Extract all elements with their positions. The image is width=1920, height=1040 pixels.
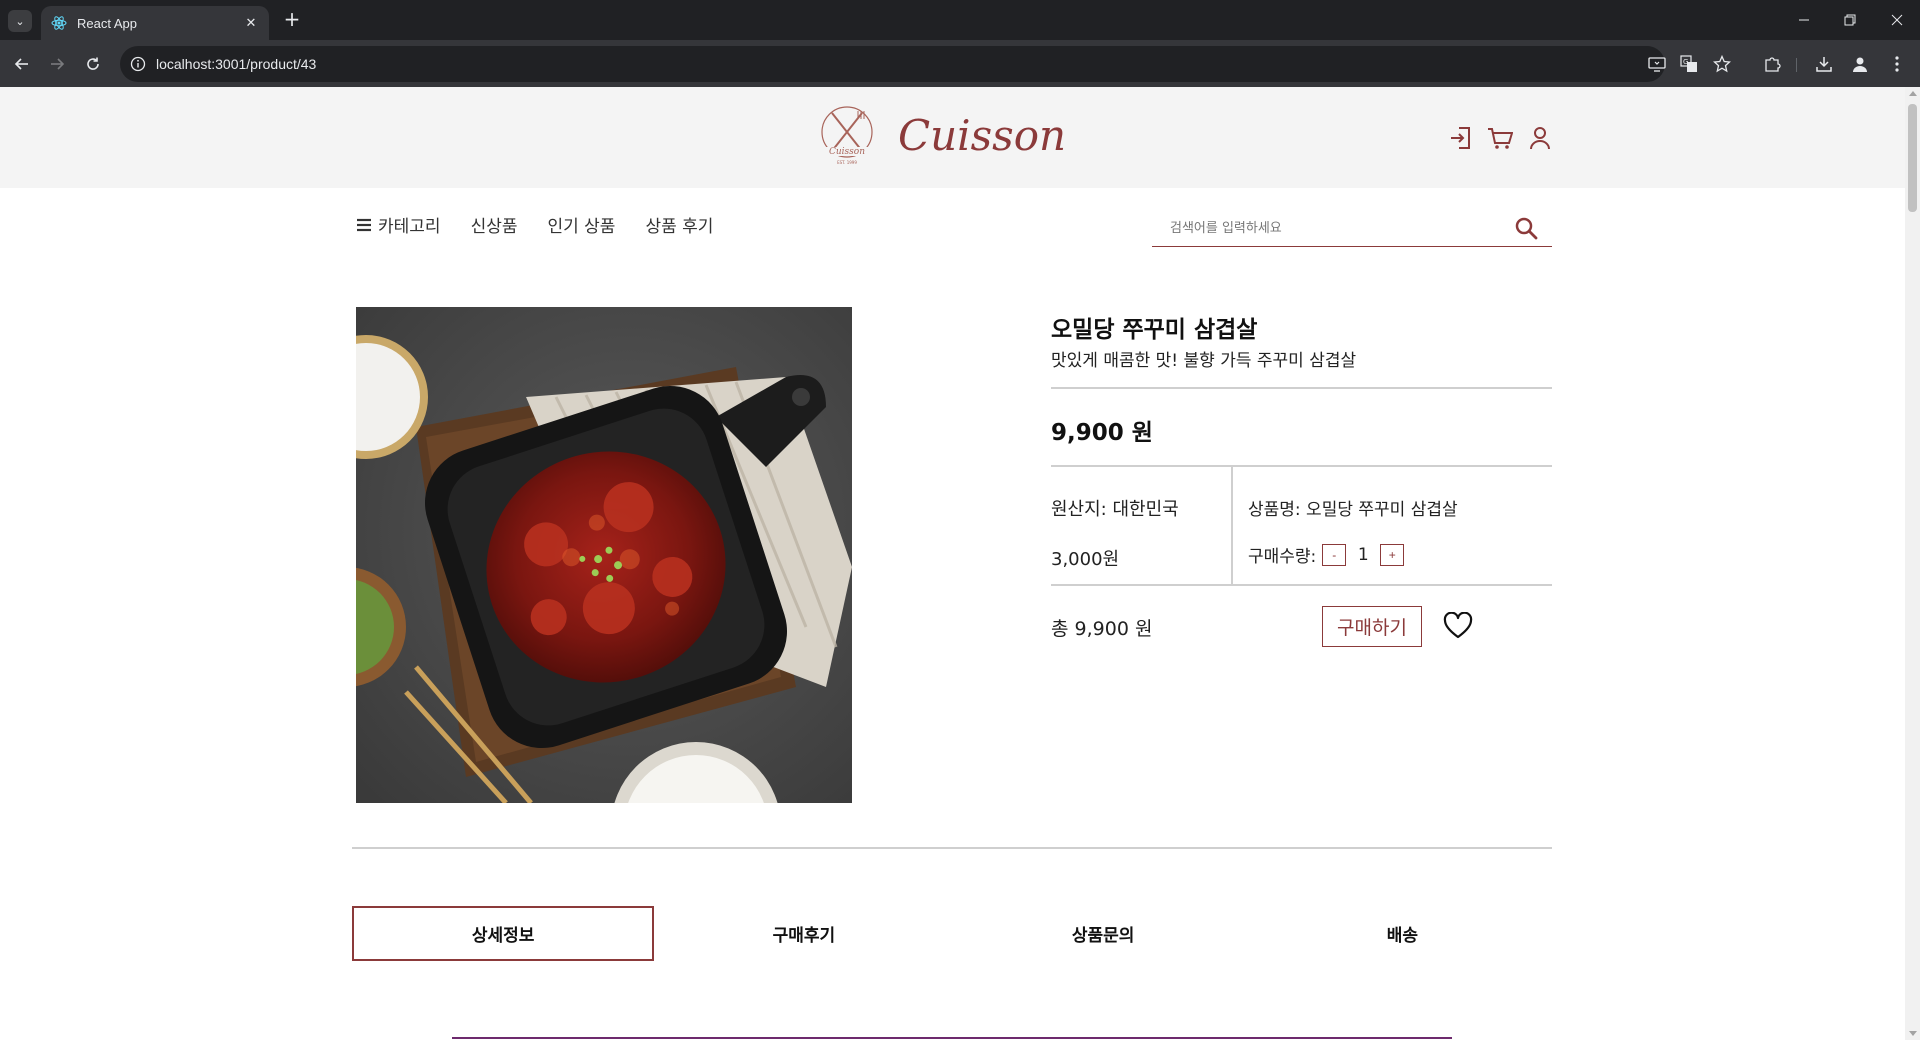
product-name-detail: 상품명: 오밀당 쭈꾸미 삼겹살 xyxy=(1248,500,1458,520)
nav-popular-products[interactable]: 인기 상품 xyxy=(547,212,615,237)
profile-icon[interactable] xyxy=(1848,52,1872,76)
site-header: Cuisson EST. 1999 Cuisson xyxy=(0,87,1920,188)
login-icon[interactable] xyxy=(1448,125,1474,151)
browser-tab[interactable]: React App ✕ xyxy=(41,6,269,40)
search-icon[interactable] xyxy=(1514,216,1538,240)
heart-icon[interactable] xyxy=(1443,612,1473,640)
product-info: 오밀당 쭈꾸미 삼겹살 맛있게 매콤한 맛! 불향 가득 주꾸미 삼겹살 9,9… xyxy=(1051,307,1552,647)
product-title: 오밀당 쭈꾸미 삼겹살 xyxy=(1051,317,1258,343)
user-icon[interactable] xyxy=(1527,125,1553,151)
page-scrollbar[interactable] xyxy=(1905,87,1920,1040)
restore-icon[interactable] xyxy=(1827,0,1873,40)
tab-reviews[interactable]: 구매후기 xyxy=(654,906,953,961)
section-divider xyxy=(352,847,1552,849)
brand-logo[interactable]: Cuisson EST. 1999 Cuisson xyxy=(818,103,1066,167)
divider xyxy=(1231,466,1233,584)
product-image xyxy=(356,307,852,803)
reload-icon[interactable] xyxy=(81,52,105,76)
forward-icon[interactable] xyxy=(45,52,69,76)
nav-new-products[interactable]: 신상품 xyxy=(471,212,518,237)
window-close-icon[interactable] xyxy=(1874,0,1920,40)
new-tab-button[interactable]: + xyxy=(282,9,302,29)
divider xyxy=(1051,387,1552,389)
scroll-up-icon[interactable] xyxy=(1909,91,1917,96)
more-menu-icon[interactable] xyxy=(1885,52,1909,76)
increase-quantity-button[interactable]: + xyxy=(1380,543,1405,566)
main-nav: 카테고리 신상품 인기 상품 상품 후기 xyxy=(356,212,743,237)
product-description: 맛있게 매콤한 맛! 불향 가득 주꾸미 삼겹살 xyxy=(1051,351,1357,371)
search-input[interactable] xyxy=(1170,216,1500,240)
nav-product-reviews[interactable]: 상품 후기 xyxy=(645,212,713,237)
tab-title: React App xyxy=(77,15,137,31)
tab-shipping[interactable]: 배송 xyxy=(1253,906,1552,961)
translate-icon[interactable]: G xyxy=(1678,53,1700,75)
scrollbar-thumb[interactable] xyxy=(1908,104,1917,212)
download-icon[interactable] xyxy=(1812,52,1836,76)
content-divider xyxy=(452,1037,1452,1039)
back-icon[interactable] xyxy=(10,52,34,76)
cart-icon[interactable] xyxy=(1487,125,1513,151)
decrease-quantity-button[interactable]: - xyxy=(1322,543,1347,566)
tab-search-button[interactable]: ⌄ xyxy=(8,10,32,32)
brand-name: Cuisson xyxy=(898,110,1067,160)
close-tab-icon[interactable]: ✕ xyxy=(243,16,259,31)
site-info-icon[interactable] xyxy=(130,56,146,72)
buy-button[interactable]: 구매하기 xyxy=(1322,606,1422,647)
nav-category[interactable]: 카테고리 xyxy=(378,212,441,237)
hamburger-menu-icon[interactable] xyxy=(356,217,372,233)
svg-text:Cuisson: Cuisson xyxy=(829,147,865,157)
svg-text:EST. 1999: EST. 1999 xyxy=(837,160,857,165)
scroll-down-icon[interactable] xyxy=(1909,1031,1917,1036)
origin-text: 원산지: 대한민국 xyxy=(1051,499,1179,520)
minimize-icon[interactable] xyxy=(1781,0,1827,40)
product-details: 원산지: 대한민국 3,000원 상품명: 오밀당 쭈꾸미 삼겹살 구매수량: … xyxy=(1051,466,1552,584)
address-bar[interactable]: localhost:3001/product/43 xyxy=(120,46,1665,82)
toolbar-divider xyxy=(1796,58,1797,72)
extensions-icon[interactable] xyxy=(1760,52,1784,76)
divider xyxy=(1051,584,1552,586)
browser-toolbar: localhost:3001/product/43 G xyxy=(0,40,1920,87)
install-app-icon[interactable] xyxy=(1646,53,1668,75)
url-text[interactable]: localhost:3001/product/43 xyxy=(156,56,316,72)
svg-text:G: G xyxy=(1683,58,1688,66)
react-icon xyxy=(51,16,67,30)
product-price: 9,900 원 xyxy=(1051,420,1153,446)
quantity-label: 구매수량: xyxy=(1248,547,1317,567)
browser-tab-bar: ⌄ React App ✕ + xyxy=(0,0,1920,40)
search-bar xyxy=(1152,210,1552,247)
cuisson-emblem-icon: Cuisson EST. 1999 xyxy=(821,106,873,165)
product-tabs: 상세정보 구매후기 상품문의 배송 xyxy=(352,906,1552,961)
quantity-stepper: 구매수량: - 1 + xyxy=(1248,542,1405,567)
quantity-value: 1 xyxy=(1357,544,1369,565)
shipping-fee: 3,000원 xyxy=(1051,549,1120,570)
tab-inquiry[interactable]: 상품문의 xyxy=(954,906,1253,961)
tab-details[interactable]: 상세정보 xyxy=(352,906,655,961)
total-price: 총 9,900 원 xyxy=(1051,618,1153,640)
bookmark-star-icon[interactable] xyxy=(1711,53,1733,75)
